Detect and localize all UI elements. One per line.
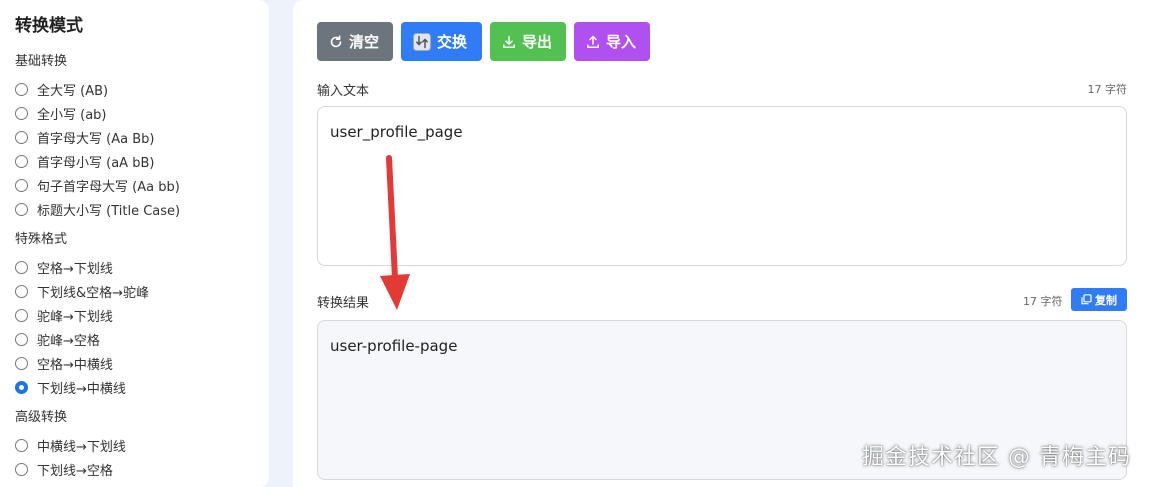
- option-label: 首字母大写 (Aa Bb): [37, 131, 155, 147]
- import-button[interactable]: 导入: [574, 22, 650, 61]
- option-label: 下划线→中横线: [37, 381, 126, 397]
- main-panel: 清空 交换 导出 导入 输入文本 17 字符 user_profile_page…: [293, 0, 1149, 487]
- input-textarea[interactable]: user_profile_page: [317, 106, 1127, 266]
- input-char-count: 17 字符: [1087, 83, 1128, 96]
- output-label: 转换结果: [317, 296, 370, 311]
- swap-icon: [413, 32, 431, 51]
- radio-button[interactable]: [15, 130, 28, 144]
- radio-button-checked[interactable]: [15, 380, 28, 394]
- copy-button[interactable]: 复制: [1071, 288, 1127, 311]
- input-label: 输入文本: [317, 84, 370, 99]
- option-label: 空格→下划线: [37, 261, 113, 277]
- option-label: 下划线→空格: [37, 463, 113, 479]
- option-label: 标题大小写 (Title Case): [37, 203, 181, 219]
- option-label: 驼峰→空格: [37, 333, 100, 349]
- refresh-icon: [329, 34, 343, 49]
- copy-button-label: 复制: [1095, 293, 1117, 307]
- group-advanced: 高级转换 中横线→下划线 下划线→空格: [15, 409, 254, 481]
- option-uncapitalize[interactable]: 首字母小写 (aA bB): [15, 149, 254, 173]
- radio-button[interactable]: [15, 284, 28, 298]
- group-title: 高级转换: [15, 410, 68, 425]
- option-label: 全大写 (AB): [37, 83, 109, 99]
- option-space-to-underscore[interactable]: 空格→下划线: [15, 255, 254, 279]
- option-uppercase[interactable]: 全大写 (AB): [15, 77, 254, 101]
- option-label: 全小写 (ab): [37, 107, 107, 123]
- option-label: 中横线→下划线: [37, 439, 126, 455]
- group-special: 特殊格式 空格→下划线 下划线&空格→驼峰 驼峰→下划线 驼峰→空格 空格→中横…: [15, 231, 254, 399]
- option-title-case[interactable]: 标题大小写 (Title Case): [15, 197, 254, 221]
- radio-button[interactable]: [15, 106, 28, 120]
- option-label: 驼峰→下划线: [37, 309, 113, 325]
- option-space-to-hyphen[interactable]: 空格→中横线: [15, 351, 254, 375]
- option-underscore-to-hyphen[interactable]: 下划线→中横线: [15, 375, 254, 399]
- option-underscore-to-space[interactable]: 下划线→空格: [15, 457, 254, 481]
- option-label: 句子首字母大写 (Aa bb): [37, 179, 180, 195]
- copy-icon: [1081, 294, 1092, 305]
- option-camel-to-space[interactable]: 驼峰→空格: [15, 327, 254, 351]
- group-title: 基础转换: [15, 54, 68, 69]
- radio-button[interactable]: [15, 82, 28, 96]
- watermark: 掘金技术社区 @ 青梅主码: [862, 445, 1131, 470]
- option-to-camel[interactable]: 下划线&空格→驼峰: [15, 279, 254, 303]
- option-label: 下划线&空格→驼峰: [37, 285, 150, 301]
- option-sentence-case[interactable]: 句子首字母大写 (Aa bb): [15, 173, 254, 197]
- radio-button[interactable]: [15, 202, 28, 216]
- swap-button[interactable]: 交换: [401, 22, 482, 61]
- sidebar: 转换模式 基础转换 全大写 (AB) 全小写 (ab) 首字母大写 (Aa Bb…: [0, 0, 269, 487]
- group-basic: 基础转换 全大写 (AB) 全小写 (ab) 首字母大写 (Aa Bb) 首字母…: [15, 53, 254, 221]
- upload-icon: [586, 35, 600, 49]
- radio-button[interactable]: [15, 178, 28, 192]
- option-hyphen-to-underscore[interactable]: 中横线→下划线: [15, 433, 254, 457]
- option-capitalize[interactable]: 首字母大写 (Aa Bb): [15, 125, 254, 149]
- sidebar-title: 转换模式: [15, 16, 83, 36]
- option-camel-to-underscore[interactable]: 驼峰→下划线: [15, 303, 254, 327]
- radio-button[interactable]: [15, 332, 28, 346]
- radio-button[interactable]: [15, 154, 28, 168]
- radio-button[interactable]: [15, 308, 28, 322]
- clear-button-label: 清空: [349, 33, 380, 51]
- radio-button[interactable]: [15, 438, 28, 452]
- clear-button[interactable]: 清空: [317, 22, 393, 61]
- group-title: 特殊格式: [15, 232, 68, 247]
- output-char-count: 17 字符: [1023, 295, 1063, 308]
- toolbar: 清空 交换 导出 导入: [317, 22, 650, 61]
- radio-button[interactable]: [15, 260, 28, 274]
- option-label: 空格→中横线: [37, 357, 113, 373]
- import-button-label: 导入: [606, 33, 637, 51]
- export-button[interactable]: 导出: [490, 22, 566, 61]
- option-lowercase[interactable]: 全小写 (ab): [15, 101, 254, 125]
- radio-button[interactable]: [15, 462, 28, 476]
- radio-button[interactable]: [15, 356, 28, 370]
- swap-button-label: 交换: [437, 33, 468, 51]
- download-icon: [502, 35, 516, 49]
- export-button-label: 导出: [522, 33, 553, 51]
- option-label: 首字母小写 (aA bB): [37, 155, 155, 171]
